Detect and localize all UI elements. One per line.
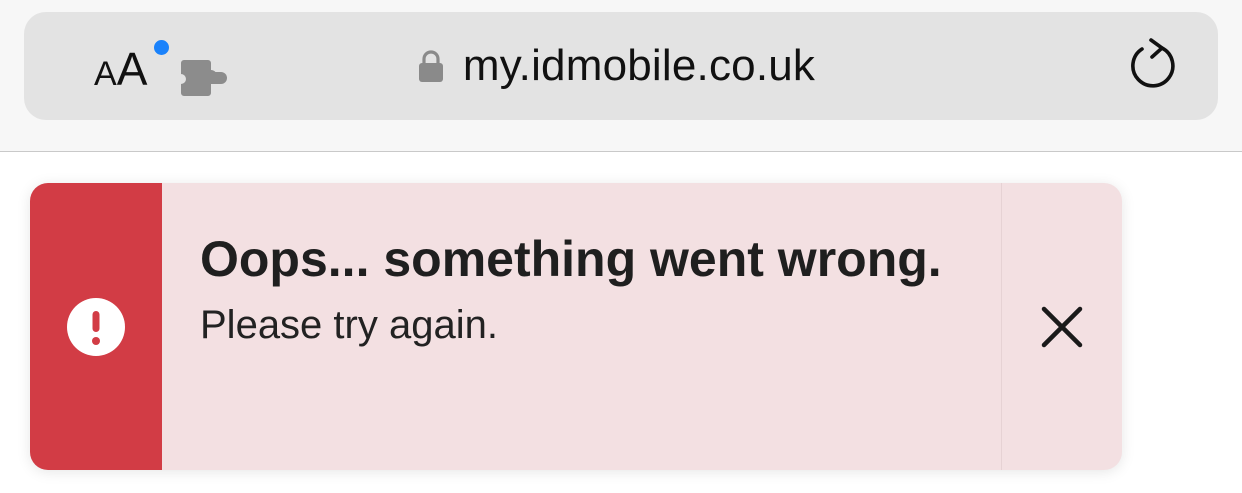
url-text[interactable]: my.idmobile.co.uk bbox=[463, 41, 815, 91]
alert-body: Oops... something went wrong. Please try… bbox=[200, 223, 980, 355]
puzzle-icon[interactable] bbox=[178, 58, 230, 98]
close-button[interactable] bbox=[1002, 183, 1122, 470]
alert-accent-strip bbox=[30, 183, 162, 470]
lock-icon bbox=[418, 50, 443, 82]
text-size-button[interactable]: AA bbox=[90, 40, 169, 102]
close-icon bbox=[1041, 306, 1083, 347]
alert-message: Please try again. bbox=[200, 303, 498, 347]
exclamation-circle-icon bbox=[67, 298, 125, 356]
alert-title: Oops... something went wrong. bbox=[200, 231, 942, 287]
browser-toolbar: AA my.idmobile.co.uk bbox=[0, 0, 1242, 152]
reload-icon[interactable] bbox=[1124, 36, 1182, 94]
error-alert: Oops... something went wrong. Please try… bbox=[30, 183, 1122, 470]
address-bar[interactable]: AA my.idmobile.co.uk bbox=[24, 12, 1218, 120]
notification-dot bbox=[154, 40, 169, 55]
text-size-icon: AA bbox=[94, 43, 148, 95]
